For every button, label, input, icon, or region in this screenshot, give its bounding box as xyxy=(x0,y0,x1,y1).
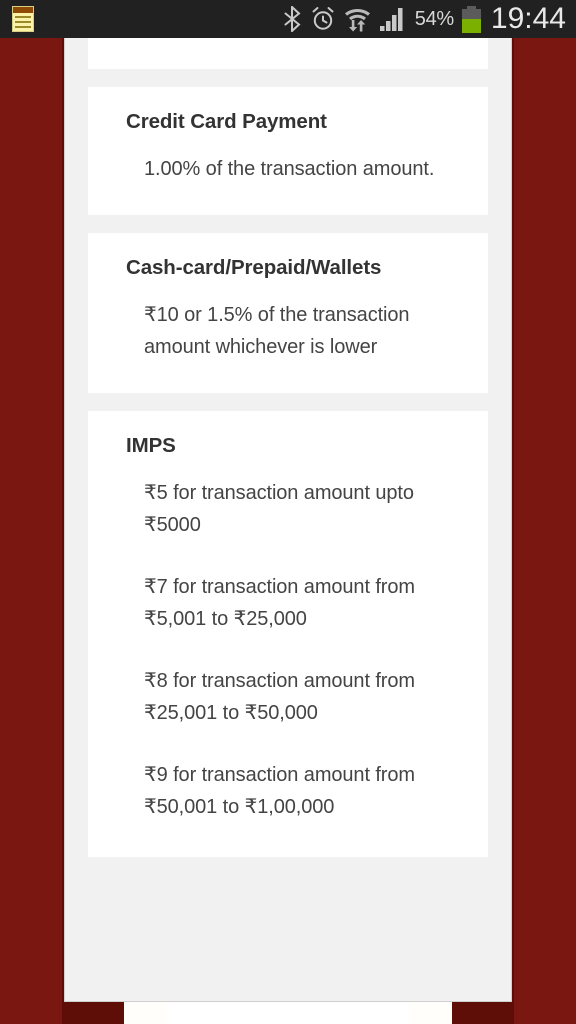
status-bar-notifications xyxy=(0,6,34,32)
memo-line xyxy=(15,16,31,18)
card-title: Credit Card Payment xyxy=(126,110,327,133)
android-status-bar: 54% 19:44 xyxy=(0,0,576,38)
fee-detail-text: ₹8 for transaction amount from ₹25,001 t… xyxy=(144,670,415,724)
fee-detail-text: ₹10 or 1.5% of the transaction amount wh… xyxy=(144,304,410,358)
fee-detail-text: 1.00% of the transaction amount. xyxy=(144,158,435,180)
fee-card-cashcard-prepaid-wallets[interactable]: Cash-card/Prepaid/Wallets ₹10 or 1.5% of… xyxy=(88,233,488,393)
battery-fill xyxy=(461,18,481,33)
fees-content-container: Credit Card Payment 1.00% of the transac… xyxy=(64,30,512,1002)
cellular-signal-icon xyxy=(379,8,403,31)
status-bar-system-icons: 54% 19:44 xyxy=(282,4,576,34)
memo-line xyxy=(15,21,31,23)
card-body: 1.00% of the transaction amount. xyxy=(126,153,450,185)
fee-detail-text: ₹5 for transaction amount upto ₹5000 xyxy=(144,482,414,536)
decorative-band-right-outer xyxy=(514,38,576,1024)
status-bar-clock: 19:44 xyxy=(490,2,566,35)
battery-percent-label: 54% xyxy=(414,7,454,30)
memo-header-bar xyxy=(13,7,33,13)
memo-line xyxy=(15,26,31,28)
browser-viewport[interactable]: Credit Card Payment 1.00% of the transac… xyxy=(0,30,576,1024)
fee-card-imps[interactable]: IMPS ₹5 for transaction amount upto ₹500… xyxy=(88,411,488,857)
fee-card-credit-card-payment[interactable]: Credit Card Payment 1.00% of the transac… xyxy=(88,87,488,215)
card-body: ₹10 or 1.5% of the transaction amount wh… xyxy=(126,299,450,363)
card-title: Cash-card/Prepaid/Wallets xyxy=(126,256,382,279)
card-body: ₹5 for transaction amount upto ₹5000 ₹7 … xyxy=(126,477,450,823)
alarm-clock-icon xyxy=(312,7,334,30)
card-title: IMPS xyxy=(126,434,176,457)
wifi-data-transfer-icon xyxy=(344,9,370,32)
fee-detail-text: ₹7 for transaction amount from ₹5,001 to… xyxy=(144,576,415,630)
battery-icon xyxy=(461,5,481,33)
bluetooth-icon xyxy=(284,6,301,32)
decorative-band-left-outer xyxy=(0,38,62,1024)
fee-detail-text: ₹9 for transaction amount from ₹50,001 t… xyxy=(144,764,415,818)
memo-notepad-icon xyxy=(12,6,34,32)
phone-screen: 54% 19:44 Credit Card Payment 1.00% of t… xyxy=(0,0,576,1024)
